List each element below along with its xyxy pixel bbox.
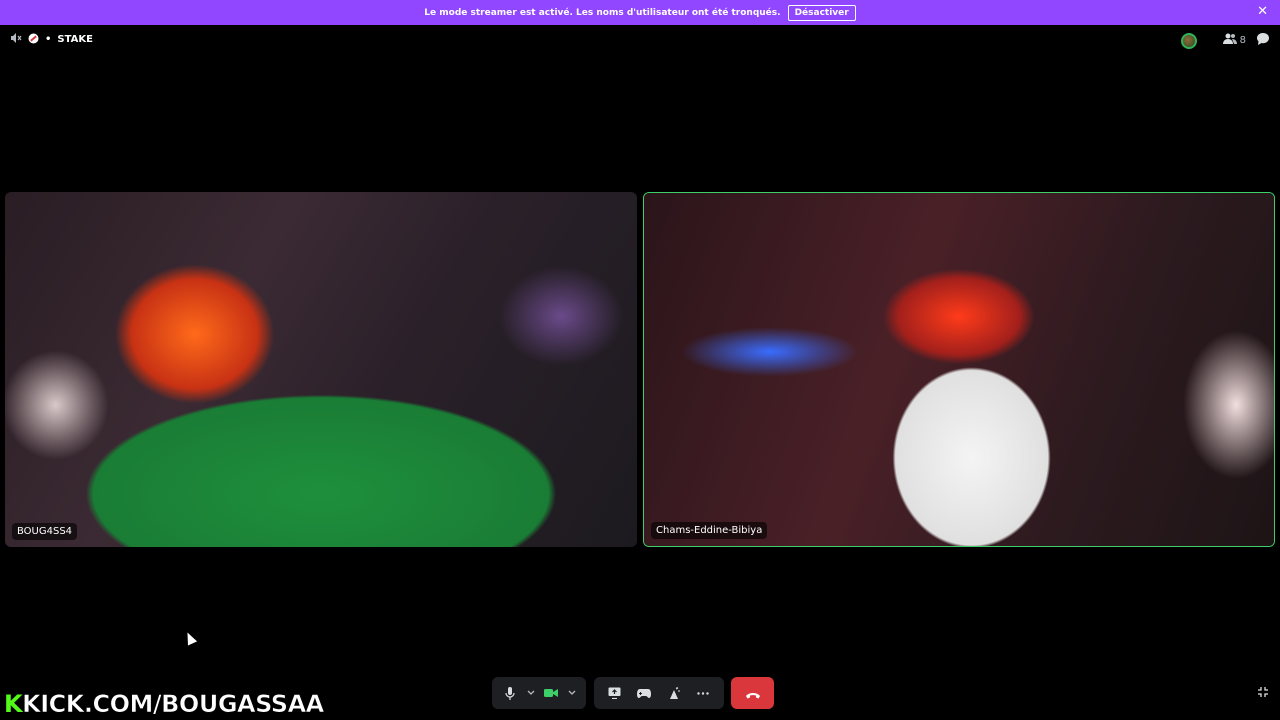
fullscreen-icon[interactable] xyxy=(1257,686,1269,701)
header-actions: 8 xyxy=(1180,32,1270,49)
av-controls xyxy=(492,677,586,709)
soundboard-icon[interactable] xyxy=(666,685,682,701)
volume-icon[interactable] xyxy=(10,32,22,47)
streamer-mode-banner: Le mode streamer est activé. Les noms d'… xyxy=(0,0,1280,25)
gamepad-icon[interactable] xyxy=(636,685,652,701)
video-tile-2[interactable]: Chams-Eddine-Bibiya xyxy=(643,192,1275,547)
channel-prefix: • xyxy=(45,34,52,45)
camera-icon[interactable] xyxy=(543,685,559,701)
video-tile-1[interactable]: BOUG4SS4 xyxy=(5,192,637,547)
participant-count: 8 xyxy=(1239,35,1246,46)
close-icon[interactable]: ✕ xyxy=(1257,4,1268,19)
participant-name: Chams-Eddine-Bibiya xyxy=(651,522,768,539)
chat-icon[interactable] xyxy=(1256,32,1270,49)
more-icon[interactable] xyxy=(695,685,711,701)
no-entry-icon xyxy=(28,33,39,47)
disconnect-button[interactable] xyxy=(731,677,774,709)
video-feed xyxy=(644,193,1274,546)
banner-message: Le mode streamer est activé. Les noms d'… xyxy=(424,7,781,18)
mic-icon[interactable] xyxy=(502,685,518,701)
activity-controls xyxy=(594,677,724,709)
video-feed xyxy=(5,192,637,547)
channel-name[interactable]: STAKE xyxy=(57,34,93,45)
kick-url: KICK.COM/BOUGASSAA xyxy=(22,690,325,718)
channel-info: • STAKE xyxy=(10,32,93,47)
participant-name: BOUG4SS4 xyxy=(12,523,78,540)
kick-logo: K xyxy=(4,690,23,718)
call-header: • STAKE 8 xyxy=(0,28,1280,52)
chevron-down-icon[interactable] xyxy=(568,689,576,698)
kick-channel-overlay: K KICK.COM/BOUGASSAA xyxy=(4,690,325,718)
deactivate-button[interactable]: Désactiver xyxy=(787,4,856,21)
chevron-down-icon[interactable] xyxy=(527,689,535,698)
screen-share-icon[interactable] xyxy=(607,685,623,701)
avatar-icon[interactable] xyxy=(1180,32,1197,49)
mouse-cursor-icon xyxy=(182,630,198,646)
hangup-icon xyxy=(745,684,760,703)
participants-button[interactable]: 8 xyxy=(1222,33,1246,48)
users-icon xyxy=(1222,33,1237,48)
